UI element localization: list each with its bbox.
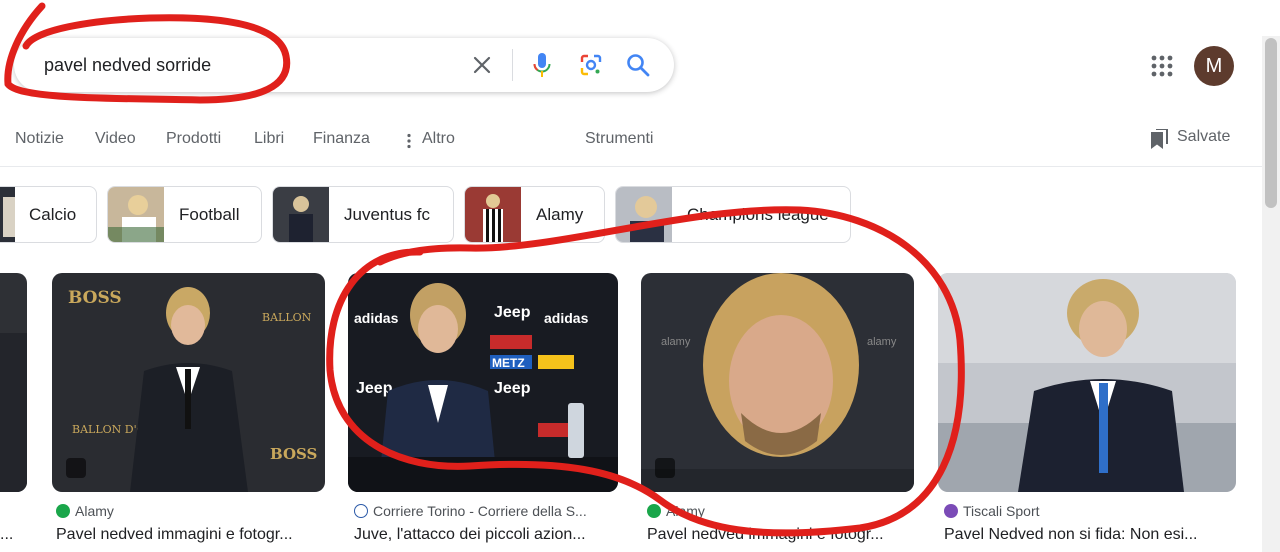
tiscali-favicon-icon [944, 504, 958, 518]
image-icon [66, 458, 86, 478]
result-photo: adidas Jeep adidas METZ Jeep Jeep [348, 273, 618, 492]
page-scrollbar[interactable] [1262, 36, 1280, 552]
search-divider [512, 49, 513, 81]
result-image[interactable]: alamy alamy [641, 273, 914, 492]
svg-text:BALLON: BALLON [262, 311, 312, 324]
chip-alamy[interactable]: Alamy [464, 186, 605, 243]
saved-label: Salvate [1177, 128, 1231, 145]
tab-finanza[interactable]: Finanza [313, 130, 370, 148]
result-title[interactable]: Pavel nedved immagini e fotogr... [647, 526, 912, 544]
image-icon [655, 458, 675, 478]
result-photo [0, 273, 27, 492]
chip-label: Football [179, 205, 240, 224]
svg-text:alamy: alamy [661, 336, 691, 348]
chip-football[interactable]: Football [107, 186, 262, 243]
search-bar[interactable]: pavel nedved sorride [14, 38, 674, 92]
svg-text:BOSS: BOSS [68, 288, 122, 308]
bookmark-icon [1151, 129, 1168, 149]
svg-text:Jeep: Jeep [356, 380, 393, 397]
chip-thumbnail [273, 187, 329, 242]
chip-label: Juventus fc [344, 205, 430, 224]
result-photo [938, 273, 1236, 492]
svg-text:alamy: alamy [867, 336, 897, 348]
chip-champions-league[interactable]: Champions league [615, 186, 851, 243]
scrollbar-thumb[interactable] [1265, 38, 1277, 208]
svg-text:Jeep: Jeep [494, 304, 531, 321]
chip-thumbnail [616, 187, 672, 242]
avatar[interactable]: M [1194, 46, 1234, 86]
alamy-favicon-icon [647, 504, 661, 518]
tab-notizie[interactable]: Notizie [15, 130, 64, 148]
chip-thumbnail [0, 187, 15, 242]
chip-thumbnail [465, 187, 521, 242]
result-photo: alamy alamy [641, 273, 914, 492]
search-icon[interactable] [625, 52, 651, 78]
tab-prodotti[interactable]: Prodotti [166, 130, 221, 148]
svg-text:adidas: adidas [354, 310, 399, 326]
chip-label: Alamy [536, 205, 584, 224]
result-photo: BOSS BALLON BALLON D'OR BOSS [52, 273, 325, 492]
apps-grid-icon[interactable] [1150, 54, 1174, 78]
svg-text:adidas: adidas [544, 310, 589, 326]
result-image[interactable]: BOSS BALLON BALLON D'OR BOSS [52, 273, 325, 492]
tools-button[interactable]: Strumenti [585, 130, 653, 148]
result-title[interactable]: Juve, l'attacco dei piccoli azion... [354, 526, 616, 544]
chip-calcio[interactable]: Calcio [0, 186, 97, 243]
chip-thumbnail [108, 187, 164, 242]
microphone-icon[interactable] [530, 51, 554, 79]
result-image[interactable] [938, 273, 1236, 492]
close-icon[interactable] [470, 53, 494, 77]
svg-text:METZ: METZ [492, 356, 525, 370]
result-image[interactable] [0, 273, 27, 492]
result-title[interactable]: ... [0, 526, 27, 544]
more-vert-icon[interactable] [407, 133, 411, 149]
result-title[interactable]: Pavel Nedved non si fida: Non esi... [944, 526, 1234, 544]
chip-label: Champions league [687, 205, 829, 224]
svg-text:BOSS: BOSS [270, 445, 317, 463]
camera-lens-icon[interactable] [578, 52, 604, 78]
alamy-favicon-icon [56, 504, 70, 518]
svg-text:Jeep: Jeep [494, 380, 531, 397]
chip-label: Calcio [29, 205, 77, 224]
result-image[interactable]: adidas Jeep adidas METZ Jeep Jeep [348, 273, 618, 492]
search-input[interactable]: pavel nedved sorride [44, 55, 211, 76]
tab-altro[interactable]: Altro [422, 130, 455, 148]
chip-juventus-fc[interactable]: Juventus fc [272, 186, 454, 243]
tab-video[interactable]: Video [95, 130, 136, 148]
corriere-favicon-icon [354, 504, 368, 518]
tabs-divider [0, 166, 1262, 167]
result-title[interactable]: Pavel nedved immagini e fotogr... [56, 526, 326, 544]
tab-libri[interactable]: Libri [254, 130, 284, 148]
